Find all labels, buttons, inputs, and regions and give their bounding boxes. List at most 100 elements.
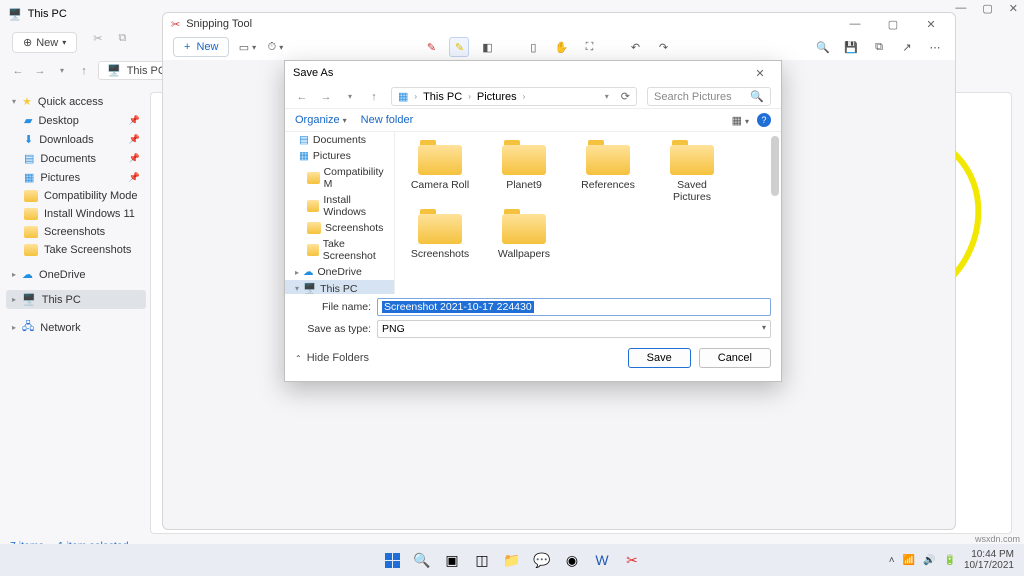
cancel-button[interactable]: Cancel <box>699 348 771 368</box>
tray-chevron-icon[interactable]: ˄ <box>889 555 895 566</box>
hide-folders-button[interactable]: ⌃Hide Folders <box>295 352 369 364</box>
new-snip-button[interactable]: +New <box>173 37 229 57</box>
folder-item[interactable]: Wallpapers <box>489 209 559 260</box>
maximize-icon[interactable]: ▢ <box>877 18 909 31</box>
sidebar-this-pc[interactable]: ▸🖥️This PC <box>6 290 146 309</box>
sidebar-item[interactable]: Compatibility Mode <box>6 187 146 205</box>
file-grid[interactable]: Camera Roll Planet9 References Saved Pic… <box>395 132 781 294</box>
up-icon[interactable]: ↑ <box>367 91 381 103</box>
forward-icon[interactable]: → <box>319 91 333 103</box>
save-icon[interactable]: 💾 <box>841 37 861 57</box>
sidebar-quick-access[interactable]: ▾★Quick access <box>6 92 146 111</box>
folder-item[interactable]: Camera Roll <box>405 140 475 203</box>
window-title: This PC <box>28 8 67 20</box>
folder-item[interactable]: Planet9 <box>489 140 559 203</box>
sidebar-onedrive[interactable]: ▸☁OneDrive <box>6 265 146 284</box>
folder-item[interactable]: Screenshots <box>405 209 475 260</box>
folder-item[interactable]: Saved Pictures <box>657 140 727 203</box>
copy-icon[interactable]: ⧉ <box>869 37 889 57</box>
save-button[interactable]: Save <box>628 348 691 368</box>
task-view-icon[interactable]: ▣ <box>442 550 462 570</box>
battery-icon[interactable]: 🔋 <box>943 555 955 566</box>
forward-icon[interactable]: → <box>32 65 48 77</box>
tree-item[interactable]: Install Windows <box>285 192 394 220</box>
sidebar-item[interactable]: Screenshots <box>6 223 146 241</box>
search-input[interactable]: Search Pictures🔍 <box>647 87 771 106</box>
sidebar-network[interactable]: ▸🖧Network <box>6 315 146 340</box>
tree-item[interactable]: Take Screenshot <box>285 236 394 264</box>
snip-mode-dropdown[interactable]: ▭ <box>237 37 257 57</box>
pen-red-icon[interactable]: ✎ <box>421 37 441 57</box>
tree-item[interactable]: Compatibility M <box>285 164 394 192</box>
snipping-tool-window: ✂ Snipping Tool — ▢ ✕ +New ▭ ⏱ ✎ ✎ ◧ ▯ ✋… <box>162 12 956 60</box>
search-icon: 🔍 <box>750 90 764 103</box>
sidebar-item[interactable]: ▤Documents📌 <box>6 149 146 168</box>
close-icon[interactable]: ✕ <box>1009 2 1018 15</box>
filetype-select[interactable]: PNG▾ <box>377 320 771 338</box>
crop-icon[interactable]: ⛶ <box>579 37 599 57</box>
scrollbar[interactable] <box>771 136 779 196</box>
undo-icon[interactable]: ↶ <box>625 37 645 57</box>
sidebar-item[interactable]: Install Windows 11 <box>6 205 146 223</box>
snip-taskbar-icon[interactable]: ✂ <box>622 550 642 570</box>
widgets-icon[interactable]: ◫ <box>472 550 492 570</box>
address-bar[interactable]: ▦› This PC› Pictures› ▾ ⟳ <box>391 87 637 106</box>
tree-item-this-pc[interactable]: ▾🖥️This PC <box>285 280 394 294</box>
chevron-down-icon[interactable]: ▾ <box>54 66 70 75</box>
wifi-icon[interactable]: 📶 <box>903 555 915 566</box>
eraser-icon[interactable]: ◧ <box>477 37 497 57</box>
volume-icon[interactable]: 🔊 <box>923 555 935 566</box>
sidebar-item[interactable]: ▦Pictures📌 <box>6 168 146 187</box>
more-icon[interactable]: ⋯ <box>925 37 945 57</box>
save-as-dialog: Save As ✕ ← → ▾ ↑ ▦› This PC› Pictures› … <box>284 60 782 382</box>
explorer-icon[interactable]: 📁 <box>502 550 522 570</box>
back-icon[interactable]: ← <box>10 65 26 77</box>
ruler-icon[interactable]: ▯ <box>523 37 543 57</box>
tree-item[interactable]: ▸☁OneDrive <box>285 264 394 280</box>
redo-icon[interactable]: ↷ <box>653 37 673 57</box>
search-icon[interactable]: 🔍 <box>412 550 432 570</box>
word-icon[interactable]: W <box>592 550 612 570</box>
share-icon[interactable]: ↗ <box>897 37 917 57</box>
organize-menu[interactable]: Organize <box>295 114 347 126</box>
tree-item[interactable]: ▤Documents <box>285 132 394 148</box>
filename-input[interactable]: Screenshot 2021-10-17 224430 <box>377 298 771 316</box>
close-icon[interactable]: ✕ <box>747 67 773 80</box>
minimize-icon[interactable]: — <box>839 18 871 30</box>
zoom-icon[interactable]: 🔍 <box>813 37 833 57</box>
copy-icon[interactable]: ⧉ <box>118 32 126 53</box>
snip-app-icon: ✂ <box>171 18 180 31</box>
filetype-label: Save as type: <box>295 323 371 335</box>
refresh-icon[interactable]: ⟳ <box>621 90 630 103</box>
back-icon[interactable]: ← <box>295 91 309 103</box>
maximize-icon[interactable]: ▢ <box>982 2 992 15</box>
recent-icon[interactable]: ▾ <box>343 92 357 101</box>
help-icon[interactable]: ? <box>757 113 771 127</box>
new-menu[interactable]: ⊕ New ▾ <box>12 32 77 53</box>
folder-item[interactable]: References <box>573 140 643 203</box>
taskbar: 🔍 ▣ ◫ 📁 💬 ◉ W ✂ ˄ 📶 🔊 🔋 10:44 PM10/17/20… <box>0 544 1024 576</box>
monitor-icon: 🖥️ <box>8 8 22 21</box>
sidebar-item[interactable]: ⬇Downloads📌 <box>6 130 146 149</box>
chat-icon[interactable]: 💬 <box>532 550 552 570</box>
highlighter-icon[interactable]: ✎ <box>449 37 469 57</box>
delay-dropdown[interactable]: ⏱ <box>265 37 285 57</box>
snip-title: Snipping Tool <box>186 18 252 30</box>
up-icon[interactable]: ↑ <box>76 65 92 77</box>
new-folder-button[interactable]: New folder <box>361 114 414 126</box>
tree-item[interactable]: ▦Pictures <box>285 148 394 164</box>
nav-tree: ▤Documents ▦Pictures Compatibility M Ins… <box>285 132 395 294</box>
clock[interactable]: 10:44 PM10/17/2021 <box>964 549 1014 571</box>
sidebar-item[interactable]: ▰Desktop📌 <box>6 111 146 130</box>
filename-label: File name: <box>295 301 371 313</box>
cut-icon[interactable]: ✂ <box>93 32 102 53</box>
tree-item[interactable]: Screenshots <box>285 220 394 236</box>
touch-icon[interactable]: ✋ <box>551 37 571 57</box>
chrome-icon[interactable]: ◉ <box>562 550 582 570</box>
dialog-title: Save As <box>293 67 333 79</box>
close-icon[interactable]: ✕ <box>915 18 947 31</box>
minimize-icon[interactable]: — <box>955 2 966 15</box>
sidebar-item[interactable]: Take Screenshots <box>6 241 146 259</box>
start-button[interactable] <box>382 550 402 570</box>
view-menu[interactable]: ▦ <box>732 114 749 127</box>
